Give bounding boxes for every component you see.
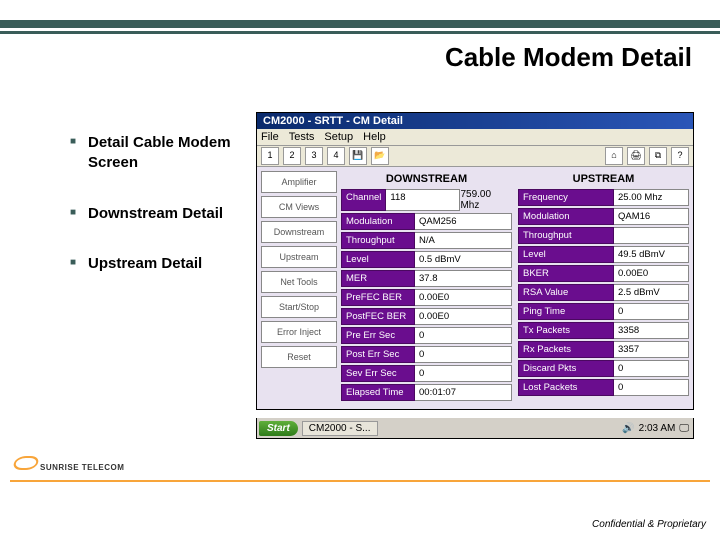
menu-file[interactable]: File (261, 131, 279, 143)
ds-label: Throughput (341, 232, 415, 249)
upstream-heading: UPSTREAM (518, 173, 689, 185)
us-label: RSA Value (518, 284, 614, 301)
toolbar-help-icon[interactable]: ? (671, 147, 689, 165)
ds-value: 0 (415, 346, 512, 363)
upstream-panel: UPSTREAM Frequency25.00 Mhz ModulationQA… (518, 171, 689, 403)
bullet-list: Detail Cable Modem Screen Downstream Det… (30, 133, 280, 304)
us-label: Lost Packets (518, 379, 614, 396)
ds-value: N/A (415, 232, 512, 249)
menu-tests[interactable]: Tests (289, 131, 315, 143)
us-label: Discard Pkts (518, 360, 614, 377)
toolbar-home-icon[interactable]: ⌂ (605, 147, 623, 165)
toolbar-page1-icon[interactable]: 1 (261, 147, 279, 165)
ds-label: Elapsed Time (341, 384, 415, 401)
tray-icon[interactable]: 🖵 (679, 423, 689, 434)
us-value: 3358 (614, 322, 689, 339)
menubar: File Tests Setup Help (257, 129, 693, 146)
ds-value: 0.5 dBmV (415, 251, 512, 268)
us-value (614, 227, 689, 244)
us-value: 3357 (614, 341, 689, 358)
toolbar-save-icon[interactable]: 💾 (349, 147, 367, 165)
ds-label: Post Err Sec (341, 346, 415, 363)
decor-bar-thin (0, 31, 720, 34)
us-label: Throughput (518, 227, 614, 244)
ds-label: MER (341, 270, 415, 287)
windows-taskbar: Start CM2000 - S... 🔊 2:03 AM 🖵 (256, 418, 694, 439)
toolbar: 1 2 3 4 💾 📂 ⌂ 🖨 ⧉ ? (257, 146, 693, 167)
app-window: CM2000 - SRTT - CM Detail File Tests Set… (256, 112, 694, 410)
sidebar-net-tools[interactable]: Net Tools (261, 271, 337, 293)
us-label: Tx Packets (518, 322, 614, 339)
window-titlebar: CM2000 - SRTT - CM Detail (257, 113, 693, 129)
downstream-panel: DOWNSTREAM Channel118759.00 Mhz Modulati… (341, 171, 512, 403)
slide-title: Cable Modem Detail (445, 42, 692, 73)
toolbar-print-icon[interactable]: 🖨 (627, 147, 645, 165)
ds-value: 0.00E0 (415, 308, 512, 325)
toolbar-page4-icon[interactable]: 4 (327, 147, 345, 165)
taskbar-app[interactable]: CM2000 - S... (302, 421, 378, 436)
start-button[interactable]: Start (259, 421, 298, 436)
ds-value: 00:01:07 (415, 384, 512, 401)
us-label: Rx Packets (518, 341, 614, 358)
tray-icon[interactable]: 🔊 (622, 423, 634, 434)
us-value: 0 (614, 379, 689, 396)
ds-label: Sev Err Sec (341, 365, 415, 382)
ds-value: 37.8 (415, 270, 512, 287)
footer-divider (10, 480, 710, 482)
decor-bar-thick (0, 20, 720, 28)
bullet-item: Downstream Detail (70, 204, 280, 224)
system-tray: 🔊 2:03 AM 🖵 (622, 423, 689, 434)
clock: 2:03 AM (639, 423, 676, 434)
us-label: Modulation (518, 208, 614, 225)
sidebar-amplifier[interactable]: Amplifier (261, 171, 337, 193)
ds-label: Pre Err Sec (341, 327, 415, 344)
menu-setup[interactable]: Setup (324, 131, 353, 143)
ds-label: Modulation (341, 213, 415, 230)
ds-value: 0 (415, 365, 512, 382)
us-value: 0 (614, 303, 689, 320)
us-label: Ping Time (518, 303, 614, 320)
ds-value: 0.00E0 (415, 289, 512, 306)
us-value: 0 (614, 360, 689, 377)
us-value: QAM16 (614, 208, 689, 225)
ds-label: PostFEC BER (341, 308, 415, 325)
brand-logo: SUNRISE TELECOM (14, 456, 124, 472)
ds-label: Channel (341, 189, 386, 211)
bullet-item: Upstream Detail (70, 254, 280, 274)
us-label: Level (518, 246, 614, 263)
us-value: 2.5 dBmV (614, 284, 689, 301)
toolbar-open-icon[interactable]: 📂 (371, 147, 389, 165)
downstream-heading: DOWNSTREAM (341, 173, 512, 185)
toolbar-page3-icon[interactable]: 3 (305, 147, 323, 165)
bullet-item: Detail Cable Modem Screen (70, 133, 280, 174)
sidebar-start-stop[interactable]: Start/Stop (261, 296, 337, 318)
us-value: 49.5 dBmV (614, 246, 689, 263)
sidebar: Amplifier CM Views Downstream Upstream N… (261, 171, 337, 403)
toolbar-copy-icon[interactable]: ⧉ (649, 147, 667, 165)
us-label: BKER (518, 265, 614, 282)
sidebar-upstream[interactable]: Upstream (261, 246, 337, 268)
confidential-label: Confidential & Proprietary (592, 519, 706, 530)
ds-value: 0 (415, 327, 512, 344)
us-value: 25.00 Mhz (614, 189, 689, 206)
toolbar-page2-icon[interactable]: 2 (283, 147, 301, 165)
ds-value2: 759.00 Mhz (460, 189, 512, 211)
ds-value: QAM256 (415, 213, 512, 230)
sidebar-reset[interactable]: Reset (261, 346, 337, 368)
us-value: 0.00E0 (614, 265, 689, 282)
ds-value: 118 (386, 189, 460, 211)
logo-ring-icon (11, 456, 40, 470)
ds-label: PreFEC BER (341, 289, 415, 306)
sidebar-error-inject[interactable]: Error Inject (261, 321, 337, 343)
sidebar-cm-views[interactable]: CM Views (261, 196, 337, 218)
menu-help[interactable]: Help (363, 131, 386, 143)
us-label: Frequency (518, 189, 614, 206)
ds-label: Level (341, 251, 415, 268)
sidebar-downstream[interactable]: Downstream (261, 221, 337, 243)
